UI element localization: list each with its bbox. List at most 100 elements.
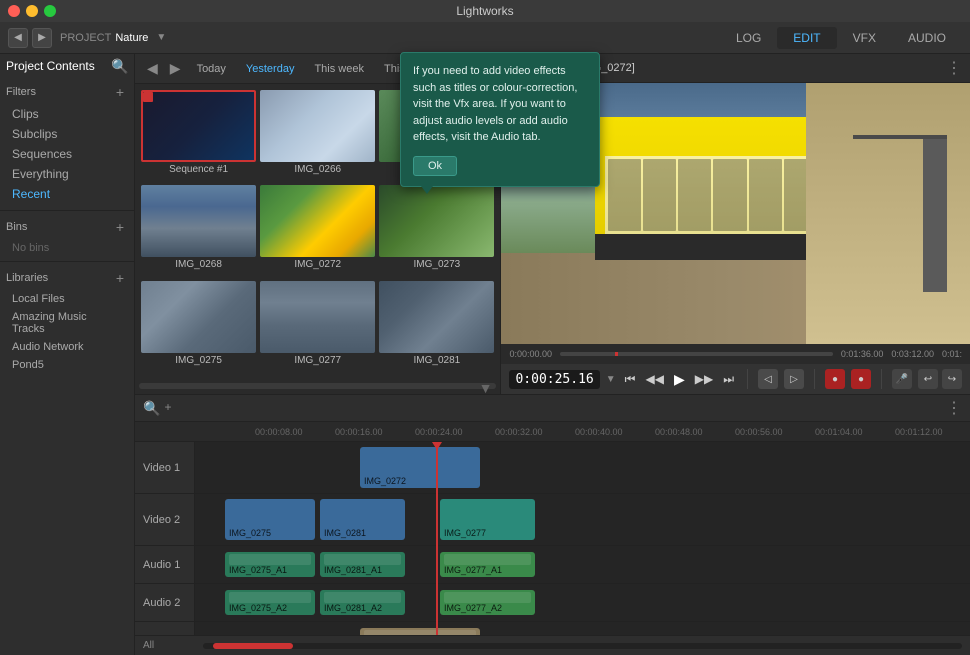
media-thumb-0273 <box>379 185 494 257</box>
mark-in-button[interactable]: ◁ <box>758 369 778 389</box>
ruler-mark-5: 00:00:48.00 <box>655 427 735 437</box>
media-thumb-0275 <box>141 281 256 353</box>
sidebar-item-recent[interactable]: Recent <box>0 184 134 204</box>
project-dropdown-icon[interactable]: ▼ <box>156 32 166 43</box>
track-content-video1[interactable]: IMG_0272 <box>195 442 970 493</box>
back-button[interactable]: ◀ <box>8 28 28 48</box>
go-end-button[interactable]: ⏭ <box>720 370 737 389</box>
media-item-0275[interactable]: IMG_0275 <box>141 281 256 372</box>
minimize-button[interactable] <box>26 5 38 17</box>
media-item-0281[interactable]: IMG_0281 <box>379 281 494 372</box>
maximize-button[interactable] <box>44 5 56 17</box>
clip-img0275-a2[interactable]: IMG_0275_A2 <box>225 590 315 616</box>
date-tab-today[interactable]: Today <box>189 60 234 78</box>
track-content-audio1[interactable]: IMG_0275_A1 IMG_0281_A1 IMG_0277_A1 <box>195 546 970 583</box>
forward-button[interactable]: ▶ <box>32 28 52 48</box>
filters-label: Filters <box>6 86 36 98</box>
media-thumb-0277 <box>260 281 375 353</box>
marker-1: 0:01:36.00 <box>841 349 884 359</box>
date-tab-yesterday[interactable]: Yesterday <box>238 60 303 78</box>
clip-img0275-a1[interactable]: IMG_0275_A1 <box>225 552 315 578</box>
clip-img0272-a1[interactable]: IMG_0272_A1 <box>360 628 480 635</box>
record-button[interactable]: ● <box>825 369 845 389</box>
tab-edit[interactable]: EDIT <box>777 27 836 49</box>
sidebar-item-subclips[interactable]: Subclips <box>0 124 134 144</box>
media-item-0268[interactable]: IMG_0268 <box>141 185 256 276</box>
timeline-menu-icon[interactable]: ⋮ <box>946 398 962 418</box>
zoom-controls: 🔍 + <box>143 400 171 417</box>
app-title: Lightworks <box>456 4 513 18</box>
timecode-dropdown-icon[interactable]: ▼ <box>606 374 616 385</box>
playhead[interactable] <box>436 442 438 635</box>
undo-button[interactable]: ↩ <box>918 369 938 389</box>
filters-header[interactable]: Filters + <box>0 80 134 104</box>
project-contents-header[interactable]: Project Contents 🔍 <box>0 54 134 78</box>
libraries-add-icon[interactable]: + <box>112 270 128 286</box>
track-content-video2[interactable]: IMG_0275 IMG_0281 IMG_0277 <box>195 494 970 545</box>
next-frame-button[interactable]: ▶▶ <box>692 370 716 388</box>
zoom-in-button[interactable]: + <box>164 400 171 417</box>
clip-img0281-a2[interactable]: IMG_0281_A2 <box>320 590 405 616</box>
library-item-music[interactable]: Amazing Music Tracks <box>0 308 134 338</box>
preview-menu-icon[interactable]: ⋮ <box>946 58 962 78</box>
tab-vfx[interactable]: VFX <box>837 27 892 49</box>
playback-controls: ⏮ ◀◀ ▶ ▶▶ ⏭ <box>622 369 737 390</box>
library-item-audio-network[interactable]: Audio Network <box>0 338 134 356</box>
clip-label-0281-a1: IMG_0281_A1 <box>324 565 401 575</box>
clip-img0272-v1[interactable]: IMG_0272 <box>360 447 480 488</box>
libraries-header: Libraries + <box>0 266 134 290</box>
play-button[interactable]: ▶ <box>671 369 688 390</box>
media-item-0266[interactable]: IMG_0266 <box>260 90 375 181</box>
tooltip-dialog: If you need to add video effects such as… <box>400 52 600 187</box>
scrollbar-thumb[interactable] <box>213 643 293 649</box>
tooltip-arrow <box>421 186 433 194</box>
media-tab-back[interactable]: ◀ <box>143 58 162 79</box>
track-content-audio2[interactable]: IMG_0275_A2 IMG_0281_A2 IMG_0277_A2 <box>195 584 970 621</box>
mark-out-button[interactable]: ▷ <box>784 369 804 389</box>
search-icon[interactable]: 🔍 <box>112 58 128 74</box>
project-label: PROJECT <box>60 32 111 44</box>
date-tab-week[interactable]: This week <box>306 60 372 78</box>
clip-img0281-a1[interactable]: IMG_0281_A1 <box>320 552 405 578</box>
track-content-audio3[interactable]: IMG_0272_A1 <box>195 622 970 635</box>
clip-label-0277-a1: IMG_0277_A1 <box>444 565 531 575</box>
track-video1: Video 1 IMG_0272 <box>135 442 970 494</box>
record2-button[interactable]: ● <box>851 369 871 389</box>
clip-label-img0281: IMG_0281 <box>324 528 401 538</box>
track-audio1: Audio 1 IMG_0275_A1 IMG_0281_A1 IMG_0 <box>135 546 970 584</box>
zoom-out-button[interactable]: 🔍 <box>143 400 160 417</box>
timeline-scrollbar[interactable] <box>203 643 962 649</box>
sidebar-item-sequences[interactable]: Sequences <box>0 144 134 164</box>
tooltip-ok-button[interactable]: Ok <box>413 156 457 176</box>
media-item-sequence[interactable]: Sequence #1 <box>141 90 256 181</box>
clip-label-img0272: IMG_0272 <box>364 476 476 486</box>
media-label-0266: IMG_0266 <box>260 164 375 175</box>
clip-img0277-a2[interactable]: IMG_0277_A2 <box>440 590 535 616</box>
filters-add-icon[interactable]: + <box>112 84 128 100</box>
waveform-0281-a2 <box>324 592 401 604</box>
clip-img0277-v2[interactable]: IMG_0277 <box>440 499 535 540</box>
media-item-0273[interactable]: IMG_0273 <box>379 185 494 276</box>
close-button[interactable] <box>8 5 20 17</box>
redo-button[interactable]: ↪ <box>942 369 962 389</box>
tab-audio[interactable]: AUDIO <box>892 27 962 49</box>
tab-log[interactable]: LOG <box>720 27 777 49</box>
media-item-0272[interactable]: IMG_0272 <box>260 185 375 276</box>
sidebar-item-clips[interactable]: Clips <box>0 104 134 124</box>
media-scroll-bar[interactable]: ▼ <box>135 378 500 394</box>
sequence-indicator <box>143 92 153 102</box>
media-tab-forward[interactable]: ▶ <box>166 58 185 79</box>
audio-icon[interactable]: 🎤 <box>892 369 912 389</box>
media-item-0277[interactable]: IMG_0277 <box>260 281 375 372</box>
clip-img0281-v2[interactable]: IMG_0281 <box>320 499 405 540</box>
clip-img0277-a1[interactable]: IMG_0277_A1 <box>440 552 535 578</box>
library-item-local[interactable]: Local Files <box>0 290 134 308</box>
bins-add-icon[interactable]: + <box>112 219 128 235</box>
library-item-pond5[interactable]: Pond5 <box>0 356 134 374</box>
clip-img0275-v2[interactable]: IMG_0275 <box>225 499 315 540</box>
prev-frame-button[interactable]: ◀◀ <box>642 370 666 388</box>
waveform-0277-a1 <box>444 554 531 566</box>
sidebar-item-everything[interactable]: Everything <box>0 164 134 184</box>
libraries-label: Libraries <box>6 272 48 284</box>
go-start-button[interactable]: ⏮ <box>622 370 639 389</box>
